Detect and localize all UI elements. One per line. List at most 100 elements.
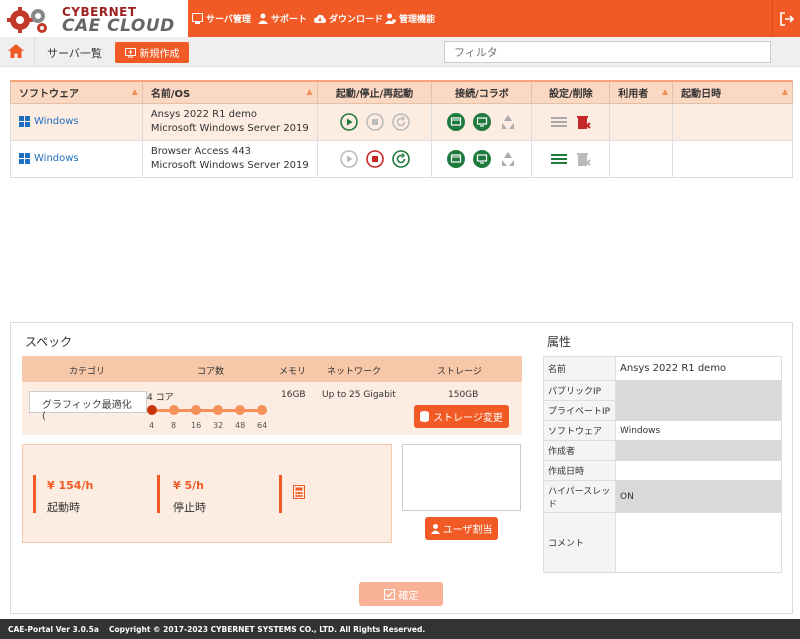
started-cell <box>672 139 793 178</box>
storage-change-button[interactable]: ストレージ変更 <box>414 405 509 428</box>
price-stopped: ¥ 5/h <box>173 479 204 492</box>
spec-header: カテゴリ コア数 メモリ ネットワーク ストレージ <box>22 356 522 382</box>
core-tick: 16 <box>191 421 202 430</box>
sort-asc-icon: ▲ <box>306 87 313 96</box>
database-icon <box>420 411 430 422</box>
nav-admin[interactable]: 管理機能 <box>385 0 435 37</box>
column-header-user[interactable]: 利用者 ▲ <box>609 80 674 104</box>
desktop-icon[interactable] <box>472 112 491 131</box>
spec-header-cores: コア数 <box>197 367 225 377</box>
start-icon <box>339 149 358 168</box>
remote-connect-icon[interactable] <box>446 149 465 168</box>
sort-icon: ▲ <box>662 87 669 96</box>
software-cell: Windows <box>11 116 142 127</box>
started-cell <box>672 102 793 141</box>
restart-icon[interactable] <box>391 149 410 168</box>
home-icon <box>8 44 24 58</box>
spec-header-storage: ストレージ <box>437 367 482 377</box>
footer-copyright: Copyright © 2017-2023 CYBERNET SYSTEMS C… <box>108 624 426 634</box>
desktop-icon[interactable] <box>472 149 491 168</box>
calculator-icon[interactable] <box>293 485 305 499</box>
cores-value: 4 コア <box>147 393 174 403</box>
software-label: Windows <box>34 116 79 127</box>
gears-logo-icon <box>7 7 47 33</box>
sort-icon: ▲ <box>131 87 138 96</box>
nav-label: サポート <box>271 15 308 25</box>
price-running-label: 起動時 <box>47 501 80 514</box>
home-button[interactable] <box>7 43 25 62</box>
restart-icon <box>391 112 410 131</box>
user-assign-label: ユーザ割当 <box>442 525 493 536</box>
windows-icon <box>19 153 30 164</box>
spec-title: スペック <box>25 335 73 349</box>
stop-icon[interactable] <box>365 149 384 168</box>
detail-panel: スペック 属性 カテゴリ コア数 メモリ ネットワーク ストレージ グラフィック… <box>10 322 793 614</box>
core-slider-stop[interactable] <box>191 405 201 415</box>
server-name: Ansys 2022 R1 demo <box>150 108 258 120</box>
core-tick: 4 <box>149 421 155 430</box>
top-nav-bar: CYBERNET CAE CLOUD サーバ管理 サポート ダウンロード 管理機… <box>0 0 800 37</box>
attribute-row: 作成日時 <box>543 460 782 481</box>
menu-icon <box>550 116 567 127</box>
subheader: サーバ一覧 新規作成 <box>0 37 800 67</box>
menu-icon[interactable] <box>550 152 567 166</box>
category-select[interactable]: グラフィック最適化( <box>29 391 147 422</box>
column-header-settings: 設定/削除 <box>531 80 611 104</box>
brand-line2: CAE CLOUD <box>62 16 175 36</box>
attribute-row: 作成者 <box>543 440 782 461</box>
breadcrumb: サーバ一覧 <box>47 47 102 60</box>
core-slider-stop[interactable] <box>257 405 267 415</box>
delete-icon <box>576 152 591 166</box>
nav-download[interactable]: ダウンロード <box>314 0 383 37</box>
core-tick: 32 <box>213 421 224 430</box>
stop-icon <box>365 112 384 131</box>
core-slider-stop[interactable] <box>213 405 223 415</box>
server-os: Microsoft Windows Server 2019 <box>150 122 309 134</box>
column-header-connect: 接続/コラボ <box>431 80 533 104</box>
footer-version: CAE-Portal Ver 3.0.5a <box>8 624 99 634</box>
logout-button[interactable] <box>772 0 800 37</box>
column-header-started[interactable]: 起動日時 ▲ <box>672 80 793 104</box>
spec-header-network: ネットワーク <box>327 367 382 377</box>
attribute-row: ハイパースレッド ON <box>543 480 782 513</box>
remote-connect-icon[interactable] <box>446 112 465 131</box>
attributes-title: 属性 <box>547 335 572 349</box>
collab-recycle-icon <box>501 151 514 166</box>
spec-header-memory: メモリ <box>279 367 307 377</box>
user-list-box[interactable] <box>402 444 521 511</box>
nav-server-management[interactable]: サーバ管理 <box>192 0 251 37</box>
support-icon <box>258 13 268 24</box>
core-slider-stop[interactable] <box>235 405 245 415</box>
core-tick: 64 <box>257 421 268 430</box>
core-tick: 48 <box>235 421 246 430</box>
attribute-row: プライベートIP <box>543 400 782 421</box>
logo[interactable]: CYBERNET CAE CLOUD <box>0 0 188 37</box>
spec-header-category: カテゴリ <box>69 367 106 377</box>
nav-support[interactable]: サポート <box>258 0 307 37</box>
column-header-name-os[interactable]: 名前/OS ▲ <box>141 80 318 104</box>
column-header-software[interactable]: ソフトウェア ▲ <box>10 80 143 104</box>
filter-input[interactable] <box>444 41 771 63</box>
core-slider-stop[interactable] <box>169 405 179 415</box>
attribute-row: コメント <box>543 512 782 573</box>
table-row[interactable]: Windows Ansys 2022 R1 demo Microsoft Wind… <box>10 102 793 141</box>
attribute-row: ソフトウェア Windows <box>543 420 782 441</box>
new-create-button[interactable]: 新規作成 <box>115 42 189 63</box>
start-icon[interactable] <box>339 112 358 131</box>
price-box: ¥ 154/h 起動時 ¥ 5/h 停止時 <box>22 444 392 543</box>
software-label: Windows <box>34 153 79 164</box>
price-running: ¥ 154/h <box>47 479 94 492</box>
divider <box>34 37 35 67</box>
confirm-button[interactable]: 確定 <box>359 582 443 606</box>
delete-icon[interactable] <box>575 114 591 130</box>
user-assign-button[interactable]: ユーザ割当 <box>425 517 498 540</box>
server-icon <box>192 13 203 24</box>
name-os-cell: Ansys 2022 R1 demo Microsoft Windows Serv… <box>143 108 317 136</box>
nav-label: 管理機能 <box>399 15 436 25</box>
core-slider-handle[interactable] <box>147 405 157 415</box>
attributes-table: 名前 Ansys 2022 R1 demo パブリックIP プライベートIP ソフ… <box>543 356 782 573</box>
price-divider <box>33 475 36 513</box>
table-row[interactable]: Windows Browser Access 443 Microsoft Wind… <box>10 139 793 178</box>
column-header-start-stop: 起動/停止/再起動 <box>316 80 433 104</box>
user-cell <box>609 139 674 178</box>
